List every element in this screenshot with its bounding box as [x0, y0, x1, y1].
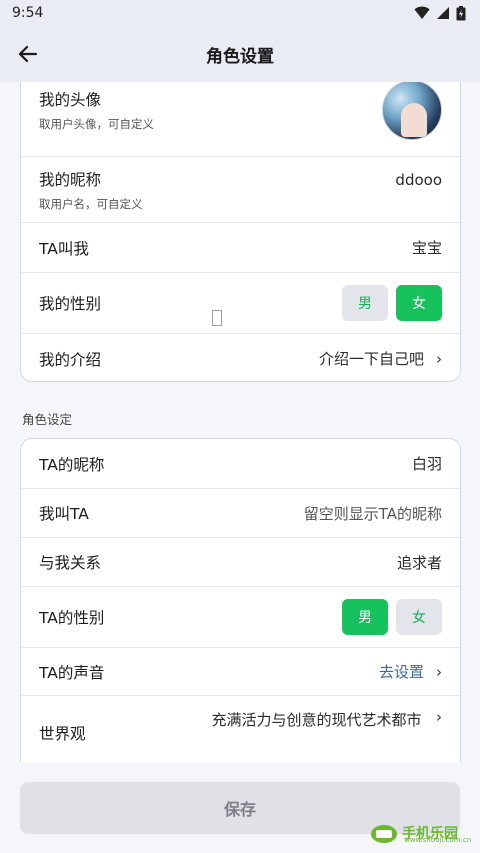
- wifi-icon: [414, 6, 430, 19]
- ta-gender-row: TA的性别 男 女: [21, 587, 460, 648]
- gender-title: 我的性别: [39, 295, 102, 313]
- watermark-sub: www.shouji.com.cn: [404, 836, 472, 844]
- status-bar: 9:54: [0, 0, 480, 26]
- avatar-row[interactable]: 我的头像 取用户头像，可自定义: [21, 82, 460, 157]
- ta-nickname-value: 白羽: [411, 455, 442, 473]
- status-time: 9:54: [12, 5, 44, 21]
- profile-card: 我的头像 取用户头像，可自定义 我的昵称 取用户名，可自定义 ddooo TA叫…: [20, 82, 461, 382]
- nickname-value: ddooo: [395, 171, 442, 189]
- intro-title: 我的介绍: [39, 350, 102, 369]
- signal-icon: [437, 7, 449, 19]
- chevron-right-icon: ›: [436, 708, 442, 726]
- avatar-title: 我的头像: [39, 90, 102, 109]
- ta-gender-male-button[interactable]: 男: [342, 599, 388, 635]
- avatar[interactable]: [382, 82, 442, 140]
- gender-toggle: 男 女: [342, 285, 442, 321]
- relation-value: 追求者: [396, 553, 442, 572]
- gender-male-button[interactable]: 男: [342, 285, 388, 321]
- ta-calls-me-row[interactable]: TA叫我 宝宝: [21, 223, 460, 273]
- ta-nickname-title: TA的昵称: [39, 455, 105, 474]
- arrow-back-icon: [18, 45, 38, 63]
- role-card: TA的昵称 白羽 我叫TA 留空则显示TA的昵称 与我关系 追求者 TA的性别 …: [20, 438, 461, 762]
- status-icons: [414, 5, 466, 21]
- worldview-value: 充满活力与创意的现代艺术都市: [211, 711, 422, 729]
- watermark: 手机乐园: [370, 812, 480, 853]
- i-call-ta-title: 我叫TA: [39, 505, 89, 523]
- ta-gender-toggle: 男 女: [342, 599, 442, 635]
- settings-scroll-area[interactable]: 我的头像 取用户头像，可自定义 我的昵称 取用户名，可自定义 ddooo TA叫…: [0, 82, 480, 762]
- back-button[interactable]: [14, 40, 42, 68]
- ta-nickname-row[interactable]: TA的昵称 白羽: [21, 439, 460, 489]
- avatar-text: 我的头像 取用户头像，可自定义: [39, 88, 154, 132]
- ta-voice-row[interactable]: TA的声音 去设置 ›: [21, 648, 460, 696]
- worldview-row[interactable]: 世界观 充满活力与创意的现代艺术都市 ›: [21, 696, 460, 762]
- gender-row: 我的性别 男 女: [21, 273, 460, 334]
- nickname-row[interactable]: 我的昵称 取用户名，可自定义 ddooo: [21, 157, 460, 223]
- worldview-title: 世界观: [39, 725, 86, 743]
- nickname-title: 我的昵称: [39, 170, 102, 189]
- watermark-logo-icon: [371, 824, 397, 843]
- ta-calls-me-value: 宝宝: [411, 239, 442, 257]
- ta-voice-value[interactable]: 去设置: [379, 661, 424, 682]
- i-call-ta-row[interactable]: 我叫TA 留空则显示TA的昵称: [21, 489, 460, 538]
- relation-title: 与我关系: [39, 554, 102, 572]
- app-bar: 角色设置: [0, 26, 480, 82]
- intro-row[interactable]: 我的介绍 介绍一下自己吧 ›: [21, 334, 460, 383]
- intro-value: 介绍一下自己吧: [318, 350, 424, 368]
- gender-female-button[interactable]: 女: [396, 285, 442, 321]
- ta-gender-female-button[interactable]: 女: [396, 599, 442, 635]
- ta-voice-title: TA的声音: [39, 663, 105, 682]
- ta-gender-title: TA的性别: [39, 609, 105, 627]
- text-cursor-marker: [212, 310, 222, 326]
- i-call-ta-placeholder[interactable]: 留空则显示TA的昵称: [304, 503, 442, 524]
- relation-row[interactable]: 与我关系 追求者: [21, 538, 460, 587]
- nickname-text: 我的昵称 取用户名，可自定义: [39, 168, 143, 212]
- battery-icon: [456, 5, 466, 20]
- nickname-subtitle: 取用户名，可自定义: [39, 196, 143, 211]
- ta-calls-me-title: TA叫我: [39, 239, 89, 258]
- chevron-right-icon: ›: [436, 349, 442, 368]
- chevron-right-icon: ›: [436, 662, 442, 681]
- page-title: 角色设置: [206, 46, 274, 67]
- avatar-subtitle: 取用户头像，可自定义: [39, 116, 154, 131]
- section-label: 角色设定: [22, 412, 73, 427]
